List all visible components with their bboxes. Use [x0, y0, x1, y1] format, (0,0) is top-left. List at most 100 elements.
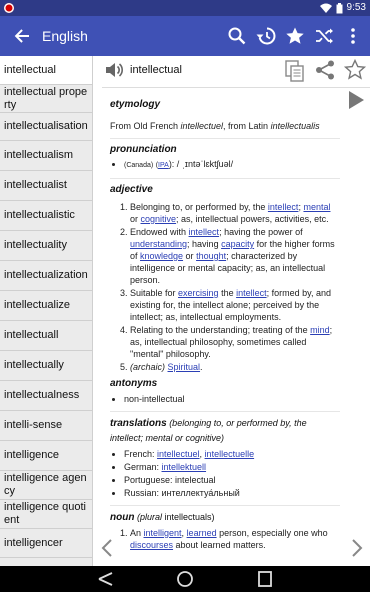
- adjective-section: adjective Belonging to, or performed by,…: [110, 183, 340, 373]
- link-intelligent[interactable]: intelligent: [144, 528, 182, 538]
- antonym-item: non-intellectual: [124, 393, 340, 405]
- pronunciation-heading: pronunciation: [110, 144, 177, 155]
- history-icon[interactable]: [255, 25, 277, 47]
- link-intellect[interactable]: intellect: [189, 227, 220, 237]
- translations-section: translations (belonging to, or performed…: [110, 416, 340, 499]
- noun-section: noun (plural intellectuals) An intellige…: [110, 510, 340, 551]
- link-intellektuell[interactable]: intellektuell: [162, 462, 207, 472]
- definition-item: Relating to the understanding; treating …: [130, 324, 340, 360]
- chevron-right-icon[interactable]: [350, 538, 364, 558]
- divider: [110, 505, 340, 506]
- search-icon[interactable]: [226, 25, 248, 47]
- divider: [110, 411, 340, 412]
- definition-item: (archaic) Spiritual.: [130, 361, 340, 373]
- etymology-part: From Old French: [110, 121, 181, 131]
- link-intellectuel[interactable]: intellectuel: [157, 449, 200, 459]
- battery-icon: [336, 2, 343, 13]
- ipa-text: ): / ˌɪntəˈlɛktʃuəl/: [168, 159, 234, 169]
- link-knowledge[interactable]: knowledge: [140, 251, 183, 261]
- divider: [110, 138, 340, 139]
- adjective-heading: adjective: [110, 184, 153, 195]
- nav-back-icon[interactable]: [96, 570, 116, 588]
- ipa-link[interactable]: IPA: [158, 162, 169, 169]
- list-item[interactable]: intellectuall: [0, 321, 92, 351]
- definition-item: An intelligent, learned person, especial…: [130, 527, 340, 551]
- list-item[interactable]: intellectualness: [0, 381, 92, 411]
- link-understanding[interactable]: understanding: [130, 239, 187, 249]
- antonyms-heading: antonyms: [110, 378, 158, 389]
- shuffle-icon[interactable]: [313, 25, 335, 47]
- share-icon[interactable]: [314, 59, 336, 81]
- word-list[interactable]: intellectual intellectual property intelle…: [0, 56, 93, 566]
- link-thought[interactable]: thought: [196, 251, 226, 261]
- list-item[interactable]: intellectual property: [0, 85, 92, 113]
- link-mental[interactable]: mental: [303, 202, 330, 212]
- status-icons: 9:53: [319, 2, 366, 14]
- nav-recents-icon[interactable]: [255, 570, 275, 588]
- translation-french: French: intellectuel, intellectuelle: [124, 448, 340, 460]
- star-icon[interactable]: [284, 25, 306, 47]
- status-time: 9:53: [346, 2, 366, 13]
- app-bar: English: [0, 16, 370, 56]
- etymology-heading: etymology: [110, 99, 161, 110]
- more-vert-icon[interactable]: [342, 25, 364, 47]
- link-cognitive[interactable]: cognitive: [141, 214, 177, 224]
- entry-body: etymology From Old French intellectuel, …: [110, 94, 340, 552]
- list-item[interactable]: intellectualistic: [0, 201, 92, 231]
- link-intellect[interactable]: intellect: [268, 202, 299, 212]
- list-item[interactable]: intellectualism: [0, 141, 92, 171]
- translation-german: German: intellektuell: [124, 461, 340, 473]
- list-item[interactable]: intellectuality: [0, 231, 92, 261]
- pronunciation-region: (Canada): [124, 162, 154, 169]
- headword: intellectual: [130, 64, 182, 76]
- link-intellectuelle[interactable]: intellectuelle: [205, 449, 255, 459]
- list-item[interactable]: intelligence quotient: [0, 500, 92, 529]
- list-item[interactable]: intellectualization: [0, 261, 92, 291]
- translations-heading: translations (belonging to, or performed…: [110, 418, 307, 443]
- definition-item: Suitable for exercising the intellect; f…: [130, 287, 340, 323]
- link-discourses[interactable]: discourses: [130, 540, 173, 550]
- link-learned[interactable]: learned: [187, 528, 217, 538]
- list-item[interactable]: intellectualize: [0, 291, 92, 321]
- favorite-star-icon[interactable]: [343, 58, 367, 82]
- etymology-text: From Old French intellectuel, from Latin…: [110, 120, 340, 132]
- list-item[interactable]: intellectual: [0, 56, 92, 85]
- copy-icon[interactable]: [284, 59, 306, 83]
- status-bar: 9:53: [0, 0, 370, 16]
- play-icon[interactable]: [346, 89, 366, 111]
- divider: [110, 178, 340, 179]
- link-mind[interactable]: mind: [310, 325, 330, 335]
- translation-portuguese: Portuguese: intelectual: [124, 474, 340, 486]
- noun-heading: noun (plural intellectuals): [110, 512, 215, 523]
- definition-item: Belonging to, or performed by, the intel…: [130, 201, 340, 225]
- pronunciation-section: pronunciation (Canada) (IPA): / ˌɪntəˈlɛ…: [110, 143, 340, 172]
- wifi-icon: [319, 3, 332, 13]
- speaker-icon[interactable]: [104, 61, 124, 79]
- list-item[interactable]: intelligencer: [0, 529, 92, 558]
- list-item[interactable]: intelli-sense: [0, 411, 92, 441]
- arrow-back-icon[interactable]: [12, 26, 32, 46]
- antonyms-section: antonyms non-intellectual: [110, 377, 340, 405]
- list-item[interactable]: intelligence: [0, 441, 92, 471]
- link-exercising[interactable]: exercising: [178, 288, 219, 298]
- pronunciation-item: (Canada) (IPA): / ˌɪntəˈlɛktʃuəl/: [124, 158, 340, 172]
- link-capacity[interactable]: capacity: [221, 239, 254, 249]
- definition-panel: intellectual etymology From Old French i…: [94, 56, 370, 566]
- list-item[interactable]: intellectually: [0, 351, 92, 381]
- nav-home-icon[interactable]: [175, 570, 195, 588]
- header-divider: [102, 87, 370, 88]
- list-item[interactable]: intellectualist: [0, 171, 92, 201]
- link-spiritual[interactable]: Spiritual: [168, 362, 201, 372]
- app-title: English: [42, 28, 88, 44]
- system-nav-bar: [0, 566, 370, 592]
- etymology-word: intellectualis: [270, 121, 320, 131]
- translation-russian: Russian: интеллектуа́льный: [124, 487, 340, 499]
- etymology-word: intellectuel: [180, 121, 224, 131]
- etymology-part: , from Latin: [223, 121, 271, 131]
- list-item[interactable]: intelligence agency: [0, 471, 92, 500]
- record-indicator-icon: [4, 3, 14, 13]
- list-item[interactable]: intellectualisation: [0, 113, 92, 141]
- etymology-section: etymology From Old French intellectuel, …: [110, 98, 340, 132]
- link-intellect[interactable]: intellect: [236, 288, 267, 298]
- chevron-left-icon[interactable]: [100, 538, 114, 558]
